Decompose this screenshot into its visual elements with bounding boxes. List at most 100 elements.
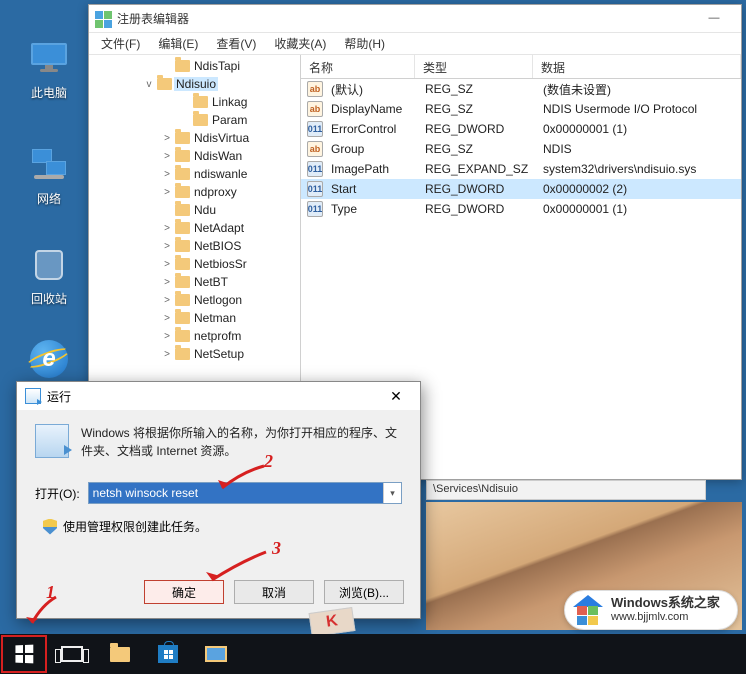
cell-type: REG_SZ — [417, 82, 535, 96]
expand-icon[interactable]: > — [161, 331, 173, 342]
tree-item[interactable]: >NetSetup — [89, 345, 300, 363]
value-type-icon: 011 — [307, 121, 323, 137]
expand-icon[interactable]: > — [161, 241, 173, 252]
expand-icon[interactable]: > — [161, 259, 173, 270]
run-titlebar[interactable]: 运行 — [17, 382, 420, 410]
run-big-icon — [35, 424, 69, 458]
tree-item[interactable]: >NdisVirtua — [89, 129, 300, 147]
listview-row[interactable]: abGroupREG_SZNDIS — [301, 139, 741, 159]
col-data[interactable]: 数据 — [533, 55, 741, 78]
explorer-window-taskbar[interactable] — [192, 634, 240, 674]
value-type-icon: 011 — [307, 161, 323, 177]
tree-label: NdisWan — [192, 149, 244, 163]
listview-row[interactable]: 011ImagePathREG_EXPAND_SZsystem32\driver… — [301, 159, 741, 179]
cell-data: 0x00000001 (1) — [535, 202, 741, 216]
expand-icon[interactable]: > — [161, 349, 173, 360]
cell-data: NDIS — [535, 142, 741, 156]
tree-item[interactable]: > NetBT — [89, 273, 300, 291]
cancel-button[interactable]: 取消 — [234, 580, 314, 604]
desktop-label: 网络 — [14, 190, 84, 207]
taskview-button[interactable] — [48, 634, 96, 674]
expand-icon[interactable]: > — [161, 277, 173, 288]
tree-item[interactable]: > NdisWan — [89, 147, 300, 165]
store-taskbar[interactable] — [144, 634, 192, 674]
value-type-icon: 011 — [307, 201, 323, 217]
desktop-icon-network[interactable]: 网络 — [14, 144, 84, 207]
menu-favorites[interactable]: 收藏夹(A) — [266, 33, 334, 54]
regedit-icon — [95, 11, 111, 27]
listview-row[interactable]: 011ErrorControlREG_DWORD0x00000001 (1) — [301, 119, 741, 139]
open-input[interactable] — [89, 483, 383, 503]
menu-edit[interactable]: 编辑(E) — [150, 33, 206, 54]
tree-item[interactable]: >netprofm — [89, 327, 300, 345]
tree-label: NetBT — [192, 275, 230, 289]
tree-item[interactable]: vNdisuio — [89, 75, 300, 93]
expand-icon[interactable]: > — [161, 223, 173, 234]
run-dialog: 运行 Windows 将根据你所输入的名称，为你打开相应的程序、文件夹、文档或 … — [16, 381, 421, 619]
expand-icon[interactable]: > — [161, 169, 173, 180]
tree-item[interactable]: >Netman — [89, 309, 300, 327]
regedit-titlebar[interactable]: 注册表编辑器 — — [89, 5, 741, 33]
tree-label: NetBIOS — [192, 239, 243, 253]
cell-data: system32\drivers\ndisuio.sys — [535, 162, 741, 176]
menu-help[interactable]: 帮助(H) — [336, 33, 393, 54]
col-name[interactable]: 名称 — [301, 55, 415, 78]
expand-icon[interactable]: > — [161, 151, 173, 162]
tree-item[interactable]: NdisTapi — [89, 57, 300, 75]
value-type-icon: ab — [307, 141, 323, 157]
cell-name: Start — [323, 182, 417, 196]
minimize-button[interactable]: — — [693, 7, 735, 29]
folder-icon — [175, 240, 190, 252]
shield-icon — [43, 519, 57, 535]
expand-icon[interactable]: > — [161, 133, 173, 144]
regedit-title: 注册表编辑器 — [117, 10, 189, 27]
tree-label: NetbiosSr — [192, 257, 249, 271]
desktop-icon-ie[interactable] — [14, 338, 84, 384]
tree-item[interactable]: > NetbiosSr — [89, 255, 300, 273]
browse-button[interactable]: 浏览(B)... — [324, 580, 404, 604]
col-type[interactable]: 类型 — [415, 55, 533, 78]
listview-row[interactable]: ab(默认)REG_SZ(数值未设置) — [301, 79, 741, 99]
tree-item[interactable]: Linkag — [89, 93, 300, 111]
cell-data: 0x00000002 (2) — [535, 182, 741, 196]
tree-item[interactable]: >NetAdapt — [89, 219, 300, 237]
expand-icon[interactable]: > — [161, 295, 173, 306]
listview-row[interactable]: 011TypeREG_DWORD0x00000001 (1) — [301, 199, 741, 219]
listview-row[interactable]: 011StartREG_DWORD0x00000002 (2) — [301, 179, 741, 199]
dropdown-button[interactable]: ▾ — [383, 483, 401, 503]
expand-icon[interactable]: > — [161, 313, 173, 324]
folder-icon — [175, 204, 190, 216]
value-type-icon: ab — [307, 101, 323, 117]
expand-icon[interactable]: > — [161, 187, 173, 198]
tree-item[interactable]: > ndproxy — [89, 183, 300, 201]
file-explorer-taskbar[interactable] — [96, 634, 144, 674]
tree-item[interactable]: Ndu — [89, 201, 300, 219]
watermark-badge: Windows系统之家 www.bjjmlv.com — [564, 590, 738, 630]
tree-label: ndproxy — [192, 185, 239, 199]
tree-item[interactable]: > NetBIOS — [89, 237, 300, 255]
tree-item[interactable]: >ndiswanle — [89, 165, 300, 183]
desktop-label: 此电脑 — [14, 84, 84, 101]
menu-file[interactable]: 文件(F) — [93, 33, 148, 54]
tree-item[interactable]: Param — [89, 111, 300, 129]
start-button[interactable] — [0, 634, 48, 674]
menu-view[interactable]: 查看(V) — [208, 33, 264, 54]
desktop-icon-recycle-bin[interactable]: 回收站 — [14, 244, 84, 307]
folder-icon — [175, 258, 190, 270]
cell-name: ImagePath — [323, 162, 417, 176]
admin-note: 使用管理权限创建此任务。 — [63, 518, 207, 535]
tree-item[interactable]: >Netlogon — [89, 291, 300, 309]
close-button[interactable] — [376, 384, 416, 408]
value-type-icon: ab — [307, 81, 323, 97]
desktop-icon-this-pc[interactable]: 此电脑 — [14, 38, 84, 101]
taskbar — [0, 634, 746, 674]
tree-label: Param — [210, 113, 249, 127]
expand-icon[interactable]: v — [143, 79, 155, 90]
run-description: Windows 将根据你所输入的名称，为你打开相应的程序、文件夹、文档或 Int… — [81, 424, 402, 460]
ok-button[interactable]: 确定 — [144, 580, 224, 604]
cell-name: (默认) — [323, 81, 417, 98]
cell-name: Type — [323, 202, 417, 216]
folder-icon — [175, 60, 190, 72]
network-icon — [28, 149, 70, 181]
listview-row[interactable]: abDisplayNameREG_SZNDIS Usermode I/O Pro… — [301, 99, 741, 119]
